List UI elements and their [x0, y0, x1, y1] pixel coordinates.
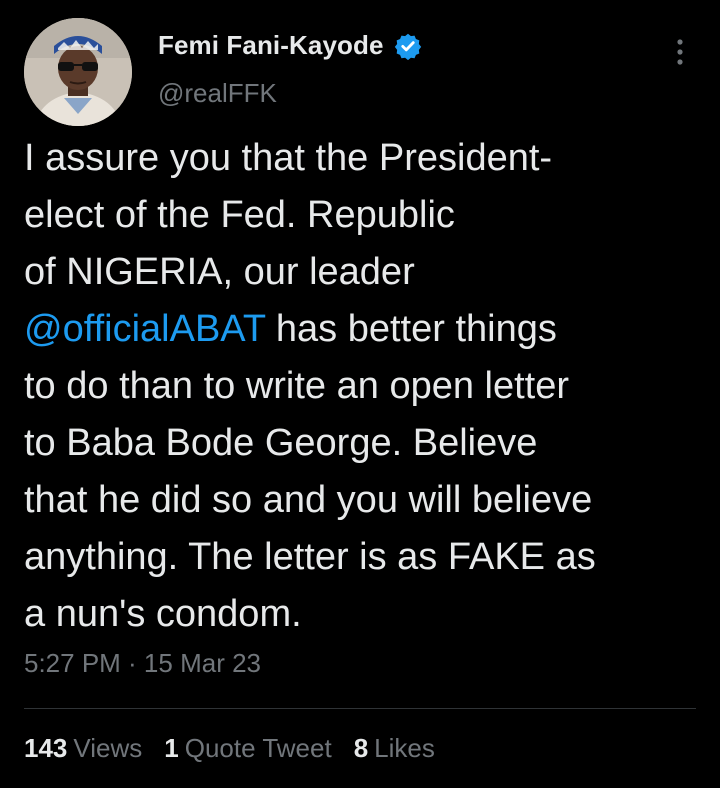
tweet-line: to do than to write an open letter [24, 358, 704, 415]
divider [24, 708, 696, 709]
likes-stat[interactable]: 8 Likes [354, 733, 435, 764]
tweet-text: I assure you that the President-elect of… [24, 130, 704, 643]
tweet-text-segment: that he did so and you will believe [24, 479, 593, 521]
tweet-line: @officialABAT has better things [24, 301, 704, 358]
tweet-text-segment: to Baba Bode George. Believe [24, 422, 538, 464]
quote-tweets-label: Quote Tweet [184, 733, 332, 763]
tweet-line: anything. The letter is as FAKE as [24, 529, 704, 586]
tweet-text-segment: elect of the Fed. Republic [24, 194, 455, 236]
avatar[interactable] [24, 18, 132, 126]
author-display-name[interactable]: Femi Fani-Kayode [158, 30, 384, 61]
views-count: 143 [24, 733, 68, 763]
tweet-line: of NIGERIA, our leader [24, 244, 704, 301]
tweet-text-segment: I assure you that the President- [24, 137, 553, 179]
author-row: Femi Fani-Kayode [158, 30, 422, 61]
tweet-line: to Baba Bode George. Believe [24, 415, 704, 472]
tweet-text-segment: a nun's condom. [24, 593, 302, 635]
likes-count: 8 [353, 733, 369, 763]
likes-label: Likes [374, 733, 435, 763]
mention-link[interactable]: @officialABAT [24, 308, 265, 350]
verified-badge-icon [394, 33, 421, 60]
tweet-stats: 143 Views 1 Quote Tweet 8 Likes [24, 733, 435, 764]
tweet-line: a nun's condom. [24, 586, 704, 643]
tweet-line: I assure you that the President- [24, 130, 704, 187]
tweet-text-segment: anything. The letter is as FAKE as [24, 536, 596, 578]
tweet-text-segment: to do than to write an open letter [24, 365, 570, 407]
tweet-line: that he did so and you will believe [24, 472, 704, 529]
more-options-button[interactable] [668, 36, 692, 68]
tweet-text-segment: of NIGERIA, our leader [24, 251, 415, 293]
tweet-timestamp[interactable]: 5:27 PM · 15 Mar 23 [24, 648, 261, 679]
tweet-text-segment: has better things [265, 308, 557, 350]
quote-tweets-stat[interactable]: 1 Quote Tweet [164, 733, 331, 764]
more-options-icon [677, 39, 683, 65]
quote-tweets-count: 1 [164, 733, 179, 763]
avatar-image [24, 18, 132, 126]
views-stat: 143 Views [24, 733, 142, 764]
views-label: Views [73, 733, 143, 763]
author-handle[interactable]: @realFFK [158, 78, 277, 109]
tweet-line: elect of the Fed. Republic [24, 187, 704, 244]
